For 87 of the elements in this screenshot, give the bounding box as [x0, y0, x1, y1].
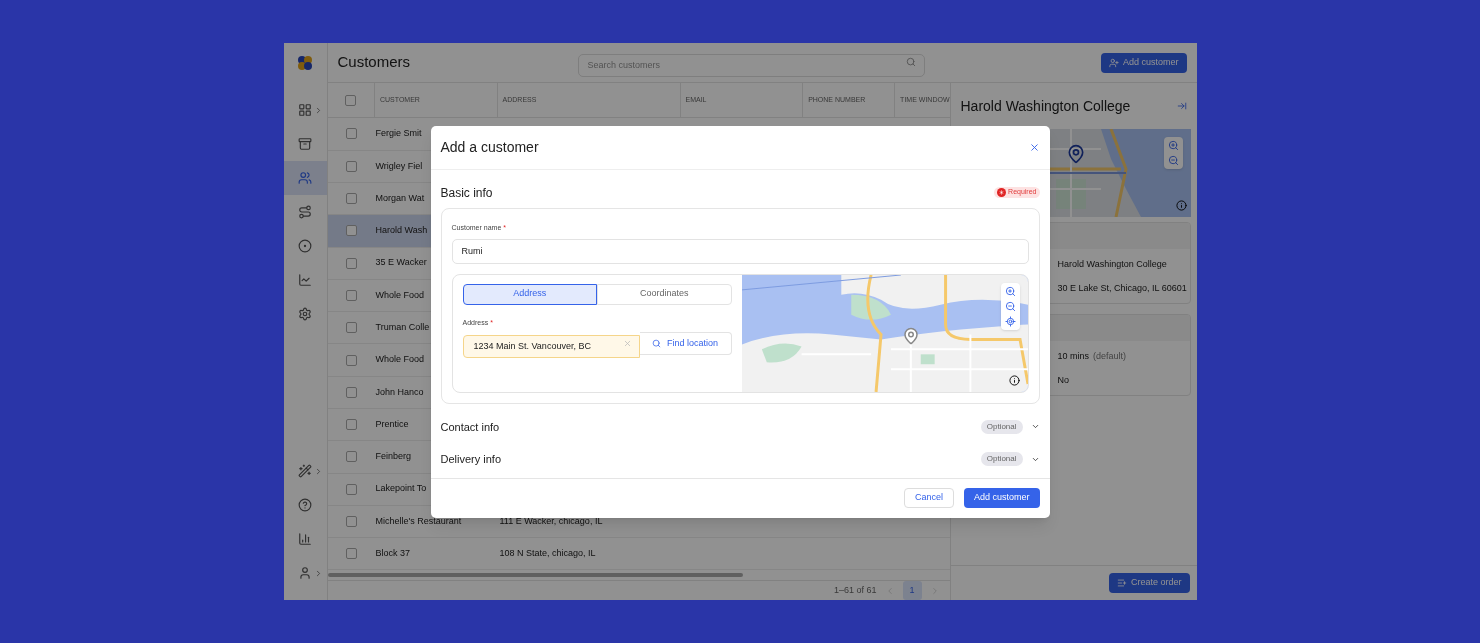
checkbox[interactable]: [345, 160, 357, 172]
locate-icon[interactable]: [1004, 315, 1016, 327]
route-icon: [298, 205, 312, 219]
collapse-panel-button[interactable]: [1176, 101, 1187, 111]
table-cell: Whole Food: [375, 289, 425, 300]
zoom-in-icon[interactable]: [1167, 140, 1179, 151]
users-icon: [298, 171, 312, 185]
table-cell: 111 E Wacker, chicago, IL: [499, 515, 603, 526]
page-title: Customers: [337, 52, 412, 73]
collapsible-section[interactable]: Delivery info Optional: [440, 451, 1040, 468]
collapse-icon: [1176, 101, 1187, 111]
logo-icon: [297, 55, 313, 71]
user-plus-icon: [1108, 57, 1119, 68]
optional-badge: Optional: [980, 419, 1023, 434]
archive-icon: [298, 137, 312, 151]
checkbox[interactable]: [345, 483, 357, 495]
customer-name-field[interactable]: Rumi: [451, 238, 1029, 264]
search-icon: [652, 339, 661, 348]
zoom-out-icon[interactable]: [1004, 300, 1016, 312]
table-cell: Whole Food: [375, 354, 425, 365]
checkbox[interactable]: [345, 322, 357, 334]
checkbox[interactable]: [345, 94, 357, 106]
close-icon: [1028, 141, 1040, 153]
checkbox[interactable]: [345, 516, 357, 527]
table-cell: Wrigley Fiel: [375, 160, 423, 171]
checkbox[interactable]: [345, 451, 357, 463]
panel-title: Harold Washington College: [960, 96, 1131, 116]
checkbox[interactable]: [345, 128, 357, 140]
detail-value: 30 E Lake St, Chicago, IL 60601: [1057, 282, 1187, 295]
checkbox[interactable]: [345, 354, 357, 366]
section-title: Delivery info: [440, 452, 502, 467]
table-cell: Block 37: [375, 548, 411, 559]
detail-value: No: [1057, 374, 1069, 387]
table-cell: Fergie Smit: [375, 128, 422, 139]
table-cell: 35 E Wacker: [375, 257, 427, 268]
table-cell: Morgan Wat: [375, 192, 425, 203]
detail-value: 10 mins: [1057, 350, 1089, 363]
checkbox[interactable]: [345, 193, 357, 205]
info-icon[interactable]: [1008, 374, 1020, 386]
section-title: Basic info: [440, 184, 493, 202]
table-cell: Truman Colle: [375, 322, 430, 332]
tab[interactable]: Address: [462, 283, 597, 305]
optional-badge: Optional: [980, 452, 1023, 467]
checkbox[interactable]: [345, 419, 357, 431]
bar-chart-icon: [298, 532, 312, 546]
checkbox[interactable]: [345, 225, 357, 237]
checkbox[interactable]: [345, 257, 357, 269]
pagination-range: 1–61 of 61: [833, 583, 877, 597]
tab[interactable]: Coordinates: [597, 283, 732, 305]
zoom-in-icon[interactable]: [1004, 285, 1016, 297]
magic-wand-icon: [298, 464, 312, 478]
create-order-button[interactable]: Create order: [1108, 573, 1190, 593]
cancel-button[interactable]: Cancel: [903, 488, 954, 508]
table-cell: Harold Wash: [375, 225, 428, 236]
asterisk-icon: [997, 188, 1007, 197]
grid-icon: [298, 103, 312, 117]
table-cell: 108 N State, chicago, IL: [499, 548, 596, 559]
map-pin-icon: [901, 326, 920, 345]
help-icon: [298, 498, 312, 512]
line-chart-icon: [298, 273, 312, 287]
scrollbar[interactable]: [327, 573, 743, 578]
close-button[interactable]: [1028, 141, 1040, 153]
collapsible-section[interactable]: Contact info Optional: [440, 418, 1040, 435]
nav-item[interactable]: [283, 161, 327, 195]
list-plus-icon: [1116, 578, 1127, 588]
section-title: Contact info: [440, 419, 500, 435]
checkbox[interactable]: [345, 386, 357, 398]
add-customer-button[interactable]: Add customer: [1100, 52, 1187, 73]
find-location-button[interactable]: Find location: [639, 332, 732, 355]
submit-button[interactable]: Add customer: [963, 488, 1040, 508]
clear-icon[interactable]: [622, 339, 632, 348]
detail-note: (default): [1093, 350, 1127, 363]
table-cell: Michelle's Restaurant: [375, 515, 462, 526]
checkbox[interactable]: [345, 289, 357, 301]
table-cell: Prentice: [375, 418, 409, 429]
table-cell: John Hanco: [375, 386, 424, 397]
search-icon: [905, 57, 916, 67]
zoom-out-icon[interactable]: [1167, 155, 1179, 166]
settings-icon: [298, 307, 312, 321]
user-icon: [298, 566, 312, 580]
address-field[interactable]: 1234 Main St. Vancouver, BC: [462, 334, 640, 358]
table-cell: Feinberg: [375, 451, 412, 462]
modal-title: Add a customer: [440, 137, 539, 157]
detail-value: Harold Washington College: [1057, 258, 1167, 271]
table-cell: Lakepoint To: [375, 483, 427, 494]
circle-icon: [298, 239, 312, 253]
checkbox[interactable]: [345, 548, 357, 560]
